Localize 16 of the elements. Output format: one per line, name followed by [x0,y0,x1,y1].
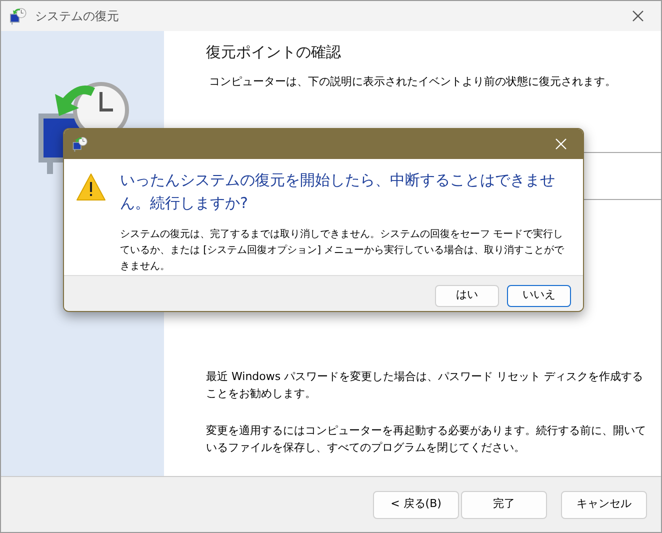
window-title: システムの復元 [35,8,119,25]
intro-text: コンピューターは、下の説明に表示されたイベントより前の状態に復元されます。 [209,74,617,90]
wizard-button[interactable]: 完了 [461,490,547,518]
dialog-message: いったんシステムの復元を開始したら、中断することはできません。続行しますか? [120,170,556,214]
cancel-button[interactable]: キャンセル [561,490,647,518]
warning-icon [76,173,106,201]
dialog-detail: システムの復元は、完了するまでは取り消しできません。システムの回復をセーフ モードで実行しているか、または [システム回復オプション] メニューから実行している場合は、取り消すことができません。 [120,228,566,274]
dialog-button[interactable]: はい [435,284,499,306]
note-text: 最近 Windows パスワードを変更した場合は、パスワード リセット ディスクを作成することをお勧めします。 [206,369,644,402]
close-icon[interactable] [555,138,567,150]
dialog-button[interactable]: いいえ [507,284,571,306]
note-text: 変更を適用するにはコンピューターを再起動する必要があります。続行する前に、開いているファイルを保存し、すべてのプログラムを閉じてください。 [206,423,646,456]
close-icon [632,10,644,22]
page-heading: 復元ポイントの確認 [206,42,342,63]
restore-icon [9,7,27,25]
wizard-button[interactable]: < 戻る(B) [373,490,459,518]
